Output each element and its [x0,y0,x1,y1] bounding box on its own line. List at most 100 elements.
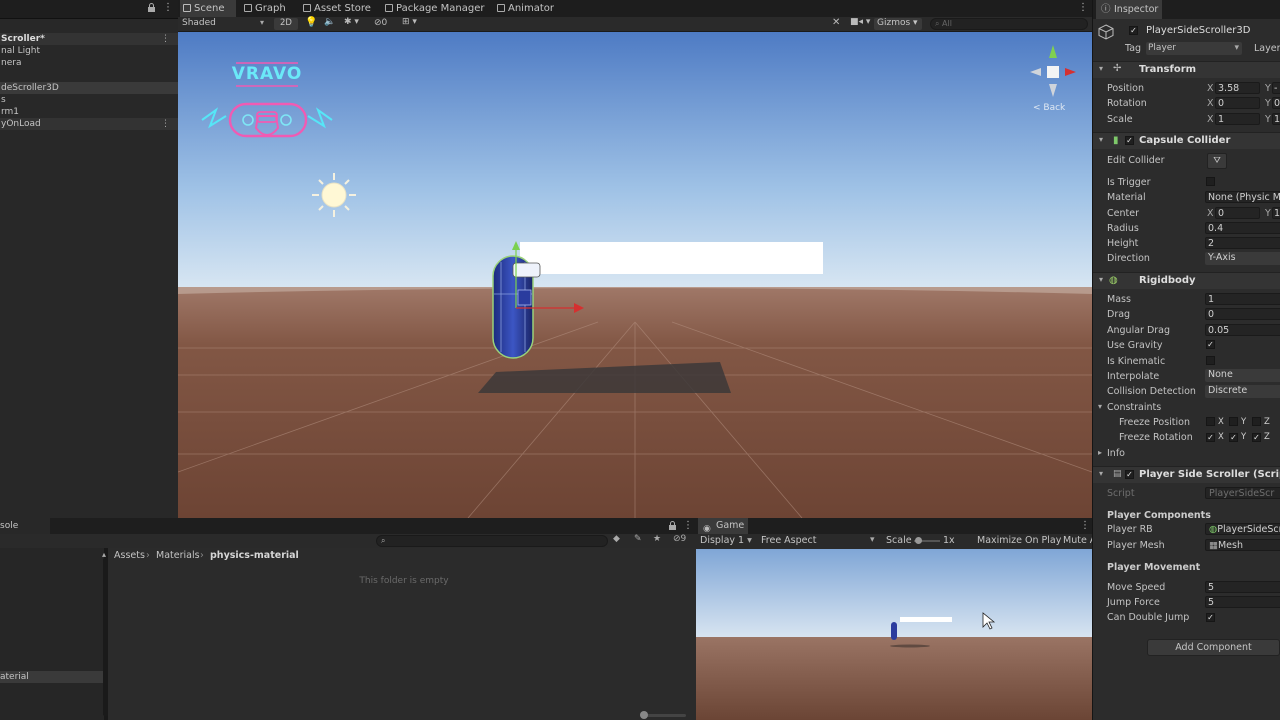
height-field[interactable]: 2 [1205,237,1280,249]
hierarchy-item[interactable]: Scroller* ⋮ [0,33,178,45]
position-x-field[interactable]: 3.58 [1215,82,1260,94]
maximize-on-play-toggle[interactable]: Maximize On Play [977,535,1061,546]
menu-dots-icon[interactable]: ⋮ [683,521,693,531]
zoom-slider-handle[interactable] [640,711,648,719]
capsule-collider-header[interactable]: ▾ ▮ ✓ Capsule Collider [1093,132,1280,149]
can-double-jump-checkbox[interactable]: ✓ [1206,613,1215,622]
scene-viewport[interactable]: < Back VRAVO [178,32,1092,518]
tab-inspector[interactable]: ⓘ Inspector [1096,0,1162,19]
favorite-icon[interactable]: ★ [653,534,661,544]
breadcrumb-assets[interactable]: Assets [114,550,145,561]
chevron-down-icon[interactable]: ▾ [1098,402,1102,411]
tab-animator[interactable]: Animator [494,0,574,17]
rotation-x-field[interactable]: 0 [1215,97,1260,109]
filter-label-icon[interactable]: ✎ [634,534,642,544]
rigidbody-header[interactable]: ▾ ◍ Rigidbody [1093,272,1280,289]
center-x-field[interactable]: 0 [1215,207,1260,219]
menu-dots-icon[interactable]: ⋮ [161,33,170,45]
mass-field[interactable]: 1 [1205,293,1280,305]
tab-asset-store[interactable]: Asset Store [300,0,380,17]
tools-icon[interactable]: ✕ [832,17,840,28]
edit-collider-button[interactable]: ⛛ [1207,153,1227,169]
effects-icon[interactable]: ✱ ▾ [344,17,359,27]
lock-icon[interactable] [147,3,156,13]
hierarchy-item[interactable]: rm1 [0,106,178,118]
tab-console[interactable]: sole [0,518,50,534]
constraints-foldout[interactable]: Constraints [1107,402,1161,413]
menu-dots-icon[interactable]: ⋮ [163,3,173,13]
freeze-position-y-checkbox[interactable] [1229,417,1238,426]
collision-detection-dropdown[interactable]: Discrete [1205,385,1280,398]
hidden-count[interactable]: ⊘0 [374,18,387,28]
freeze-rotation-x-checkbox[interactable]: ✓ [1206,433,1215,442]
menu-dots-icon[interactable]: ⋮ [1080,521,1090,531]
position-y-field[interactable]: - [1272,82,1280,94]
move-speed-field[interactable]: 5 [1205,581,1280,593]
shading-mode-dropdown[interactable]: Shaded [182,18,216,28]
enabled-checkbox[interactable]: ✓ [1125,470,1134,479]
object-name-field[interactable]: PlayerSideScroller3D [1146,25,1250,36]
tab-graph[interactable]: Graph [241,0,297,17]
project-search-input[interactable]: ⌕ [376,535,608,547]
tag-dropdown[interactable]: Player ▾ [1146,42,1242,55]
game-viewport[interactable] [696,549,1092,720]
drag-field[interactable]: 0 [1205,308,1280,320]
hierarchy-item-label: deScroller3D [1,83,59,93]
scale-y-field[interactable]: 1 [1272,113,1280,125]
center-y-field[interactable]: 1 [1272,207,1280,219]
display-dropdown[interactable]: Display 1 ▾ [700,535,752,546]
scale-x-field[interactable]: 1 [1215,113,1260,125]
radius-field[interactable]: 0.4 [1205,222,1280,234]
breadcrumb-current[interactable]: physics-material [210,550,299,561]
angular-drag-field[interactable]: 0.05 [1205,324,1280,336]
scale-slider-handle[interactable] [915,537,922,544]
is-trigger-checkbox[interactable] [1206,177,1215,186]
audio-icon[interactable]: 🔈 [324,17,335,27]
hierarchy-item-selected[interactable]: deScroller3D [0,82,178,94]
material-field[interactable]: None (Physic Ma [1205,191,1280,203]
menu-dots-icon[interactable]: ⋮ [1078,3,1088,13]
freeze-rotation-y-checkbox[interactable]: ✓ [1229,433,1238,442]
2d-toggle[interactable]: 2D [274,18,298,30]
transform-header[interactable]: ▾ ✢ Transform [1093,61,1280,78]
breadcrumb-materials[interactable]: Materials [156,550,200,561]
direction-dropdown[interactable]: Y-Axis [1205,252,1280,265]
white-platform[interactable] [520,242,823,274]
use-gravity-checkbox[interactable]: ✓ [1206,340,1215,349]
grid-toggle-icon[interactable]: ⊞ ▾ [402,17,417,27]
back-button[interactable]: < Back [1033,103,1065,113]
player-rb-field[interactable]: ◍PlayerSideScr [1205,523,1280,535]
filter-type-icon[interactable]: ◆ [613,534,620,544]
enabled-checkbox[interactable]: ✓ [1125,136,1134,145]
folder-item-label: aterial [0,672,29,682]
interpolate-dropdown[interactable]: None [1205,369,1280,382]
is-kinematic-checkbox[interactable] [1206,356,1215,365]
freeze-position-z-checkbox[interactable] [1252,417,1261,426]
active-checkbox[interactable]: ✓ [1129,26,1138,35]
tab-scene[interactable]: Scene [180,0,236,17]
info-foldout[interactable]: Info [1107,448,1125,459]
hierarchy-item[interactable]: yOnLoad ⋮ [0,118,178,130]
player-mesh-field[interactable]: ▦Mesh [1205,539,1280,551]
folder-item-selected[interactable]: aterial [0,671,103,683]
hierarchy-item[interactable]: nal Light [0,45,178,57]
scene-search-input[interactable]: ⌕ All [930,18,1088,30]
add-component-button[interactable]: Add Component [1147,639,1280,656]
rotation-y-field[interactable]: 0 [1272,97,1280,109]
camera-icon[interactable]: ■◂ ▾ [850,17,870,27]
script-component-header[interactable]: ▾ ▤ ✓ Player Side Scroller (Script) [1093,466,1280,483]
lock-icon[interactable] [668,521,677,531]
lighting-icon[interactable]: 💡 [305,17,317,28]
hierarchy-item[interactable]: s [0,94,178,106]
freeze-rotation-z-checkbox[interactable]: ✓ [1252,433,1261,442]
tab-package-manager[interactable]: Package Manager [382,0,492,17]
tab-game[interactable]: ◉ Game [698,518,748,534]
aspect-dropdown[interactable]: Free Aspect [761,535,816,546]
freeze-position-x-checkbox[interactable] [1206,417,1215,426]
gizmos-dropdown[interactable]: Gizmos ▾ [874,18,922,30]
chevron-right-icon[interactable]: ▸ [1098,448,1102,457]
hidden-packages-icon[interactable]: ⊘9 [673,534,686,544]
hierarchy-item[interactable]: nera [0,57,178,69]
jump-force-field[interactable]: 5 [1205,596,1280,608]
menu-dots-icon[interactable]: ⋮ [161,118,170,130]
